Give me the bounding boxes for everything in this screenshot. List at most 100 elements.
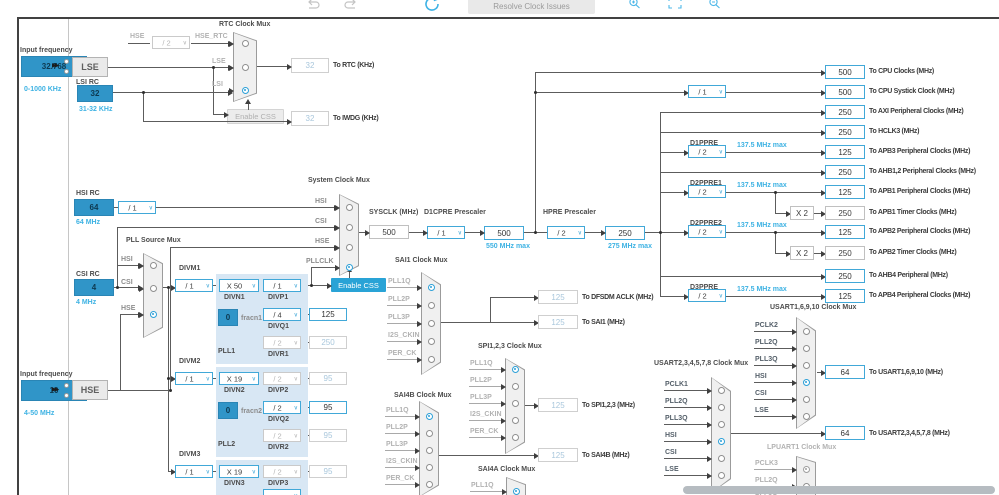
divp3-output-value[interactable]: 95 <box>309 465 347 478</box>
d1cpre-dropdown[interactable]: / 1 ∨ <box>427 226 465 239</box>
zoom-out-icon[interactable] <box>708 0 722 10</box>
usart16910-clock-mux-radio-lse[interactable] <box>802 412 810 420</box>
pll-source-mux-radio-csi[interactable] <box>149 284 157 292</box>
clock-output-value[interactable]: 250 <box>825 246 865 260</box>
horizontal-scrollbar[interactable] <box>683 486 995 494</box>
divp1-dropdown[interactable]: / 1 ∨ <box>263 279 301 292</box>
usart2345678-clock-mux-radio-hsi[interactable] <box>717 437 725 445</box>
sai1-clock-mux-radio-pll1q[interactable] <box>427 283 435 291</box>
sai4b-clock-mux-radio-i2s_ckin[interactable] <box>425 463 433 471</box>
usart16910-clock-mux-radio-pll2q[interactable] <box>802 344 810 352</box>
sai4b-clock-mux-radio-pll3p[interactable] <box>425 446 433 454</box>
divn1-dropdown[interactable]: X 50 ∨ <box>219 279 259 292</box>
divr1-dropdown[interactable]: / 2 ∨ <box>263 336 301 349</box>
clock-output-value[interactable]: 250 <box>825 206 865 220</box>
divn2-dropdown[interactable]: X 19 ∨ <box>219 372 259 385</box>
usart2345678-clock-mux-radio-lse[interactable] <box>717 471 725 479</box>
rtc-clock-mux-radio-lsi[interactable] <box>241 86 249 94</box>
system-clock-mux-radio-pllclk[interactable] <box>345 263 353 271</box>
divq2-output-value[interactable]: 95 <box>309 401 347 414</box>
d1cpre-output-value[interactable]: 500 <box>484 226 524 240</box>
csi-rc-value[interactable]: 4 <box>74 279 114 296</box>
usart2345678-clock-mux-radio-pll2q[interactable] <box>717 403 725 411</box>
spi123-clock-mux-output-value[interactable]: 125 <box>538 398 578 412</box>
rtc-clock-mux-radio-lse[interactable] <box>241 63 249 71</box>
divr2-output-value[interactable]: 95 <box>309 429 347 442</box>
system-clock-mux-radio-csi[interactable] <box>345 223 353 231</box>
clock-output-value[interactable]: 250 <box>825 269 865 283</box>
spi123-clock-mux-radio-pll1q[interactable] <box>511 365 519 373</box>
sai1-clock-mux-radio-pll2p[interactable] <box>427 301 435 309</box>
usart16910-clock-mux-radio-csi[interactable] <box>802 395 810 403</box>
spi123-clock-mux-radio-per_ck[interactable] <box>511 433 519 441</box>
hpre-dropdown[interactable]: / 2 ∨ <box>547 226 585 239</box>
redo-icon[interactable] <box>343 0 359 11</box>
divp2-dropdown[interactable]: / 2 ∨ <box>263 372 301 385</box>
spi123-clock-mux-radio-pll2p[interactable] <box>511 382 519 390</box>
sai1-clock-mux-radio-per_ck[interactable] <box>427 355 435 363</box>
hsi-rc-value[interactable]: 64 <box>74 199 114 216</box>
divq2-dropdown[interactable]: / 2 ∨ <box>263 401 301 414</box>
lse-source-box[interactable]: LSE <box>72 57 108 77</box>
fit-screen-icon[interactable] <box>668 0 682 10</box>
clock-output-value[interactable]: 250 <box>825 125 865 139</box>
clock-output-value[interactable]: 500 <box>825 85 865 99</box>
sai4b-clock-mux-radio-pll2p[interactable] <box>425 429 433 437</box>
system-clock-mux-radio-hsi[interactable] <box>345 203 353 211</box>
clock-output-value[interactable]: 250 <box>825 105 865 119</box>
usart16910-clock-mux-output-value[interactable]: 64 <box>825 365 865 379</box>
divp2-output-value[interactable]: 95 <box>309 372 347 385</box>
prescaler-dropdown-row-1[interactable]: / 1 ∨ <box>688 85 726 98</box>
sai4a-clock-mux-radio-pll1q[interactable] <box>512 487 520 495</box>
divr1-output-value[interactable]: 250 <box>309 336 347 349</box>
system-clock-mux-radio-hse[interactable] <box>345 243 353 251</box>
rtc-clock-mux-radio-0[interactable] <box>241 39 249 47</box>
divq1-dropdown[interactable]: / 4 ∨ <box>263 308 301 321</box>
prescaler-dropdown-row-4[interactable]: / 2 ∨ <box>688 145 726 158</box>
divm1-dropdown[interactable]: / 1 ∨ <box>175 279 213 292</box>
clock-output-value[interactable]: 125 <box>825 289 865 303</box>
sai1-clock-mux-radio-i2s_ckin[interactable] <box>427 337 435 345</box>
prescaler-dropdown-row-6[interactable]: / 2 ∨ <box>688 185 726 198</box>
prescaler-dropdown-row-8[interactable]: / 2 ∨ <box>688 225 726 238</box>
usart2345678-clock-mux-radio-pll3q[interactable] <box>717 420 725 428</box>
hse-rtc-prescaler-dropdown[interactable]: / 2 ∨ <box>152 36 190 49</box>
resolve-clock-issues-button[interactable]: Resolve Clock Issues <box>468 0 595 14</box>
clock-output-value[interactable]: 125 <box>825 145 865 159</box>
refresh-icon[interactable] <box>424 0 442 12</box>
spi123-clock-mux-radio-pll3p[interactable] <box>511 399 519 407</box>
fracn1-value[interactable]: 0 <box>218 309 238 326</box>
clock-output-value[interactable]: 250 <box>825 165 865 179</box>
system-enable-css-button[interactable]: Enable CSS <box>331 278 386 292</box>
hsi-divider-dropdown[interactable]: / 1 ∨ <box>118 201 156 214</box>
lpuart1-clock-mux-radio-pclk3[interactable] <box>802 465 810 473</box>
usart2345678-clock-mux-radio-pclk1[interactable] <box>717 386 725 394</box>
clock-output-value[interactable]: 125 <box>825 185 865 199</box>
divp3-dropdown[interactable]: / 2 ∨ <box>263 465 301 478</box>
divq1-output-value[interactable]: 125 <box>309 308 347 321</box>
pll-source-mux-radio-hse[interactable] <box>149 310 157 318</box>
lsi-rc-value[interactable]: 32 <box>77 85 113 102</box>
spi123-clock-mux-radio-i2s_ckin[interactable] <box>511 416 519 424</box>
usart16910-clock-mux-radio-hsi[interactable] <box>802 378 810 386</box>
sai1-clock-mux-output-value[interactable]: 125 <box>538 290 578 304</box>
prescaler-dropdown-row-11[interactable]: / 2 ∨ <box>688 289 726 302</box>
zoom-in-icon[interactable] <box>628 0 642 10</box>
clock-output-value[interactable]: 125 <box>825 225 865 239</box>
usart16910-clock-mux-radio-pclk2[interactable] <box>802 327 810 335</box>
clock-output-value[interactable]: 500 <box>825 65 865 79</box>
undo-icon[interactable] <box>305 0 321 11</box>
usart2345678-clock-mux-radio-csi[interactable] <box>717 454 725 462</box>
sai4b-clock-mux-radio-pll1q[interactable] <box>425 412 433 420</box>
divr2-dropdown[interactable]: / 2 ∨ <box>263 429 301 442</box>
fracn2-value[interactable]: 0 <box>218 402 238 419</box>
to-iwdg-value[interactable]: 32 <box>291 111 329 126</box>
sai1-clock-mux-radio-pll3p[interactable] <box>427 319 435 327</box>
usart2345678-clock-mux-output-value[interactable]: 64 <box>825 426 865 440</box>
hse-source-box[interactable]: HSE <box>72 380 108 400</box>
usart16910-clock-mux-radio-pll3q[interactable] <box>802 361 810 369</box>
to-rtc-value[interactable]: 32 <box>291 58 329 73</box>
divq3-dropdown-partial[interactable]: ∨ <box>263 489 301 495</box>
pll-source-mux-radio-hsi[interactable] <box>149 261 157 269</box>
divm2-dropdown[interactable]: / 1 ∨ <box>175 372 213 385</box>
